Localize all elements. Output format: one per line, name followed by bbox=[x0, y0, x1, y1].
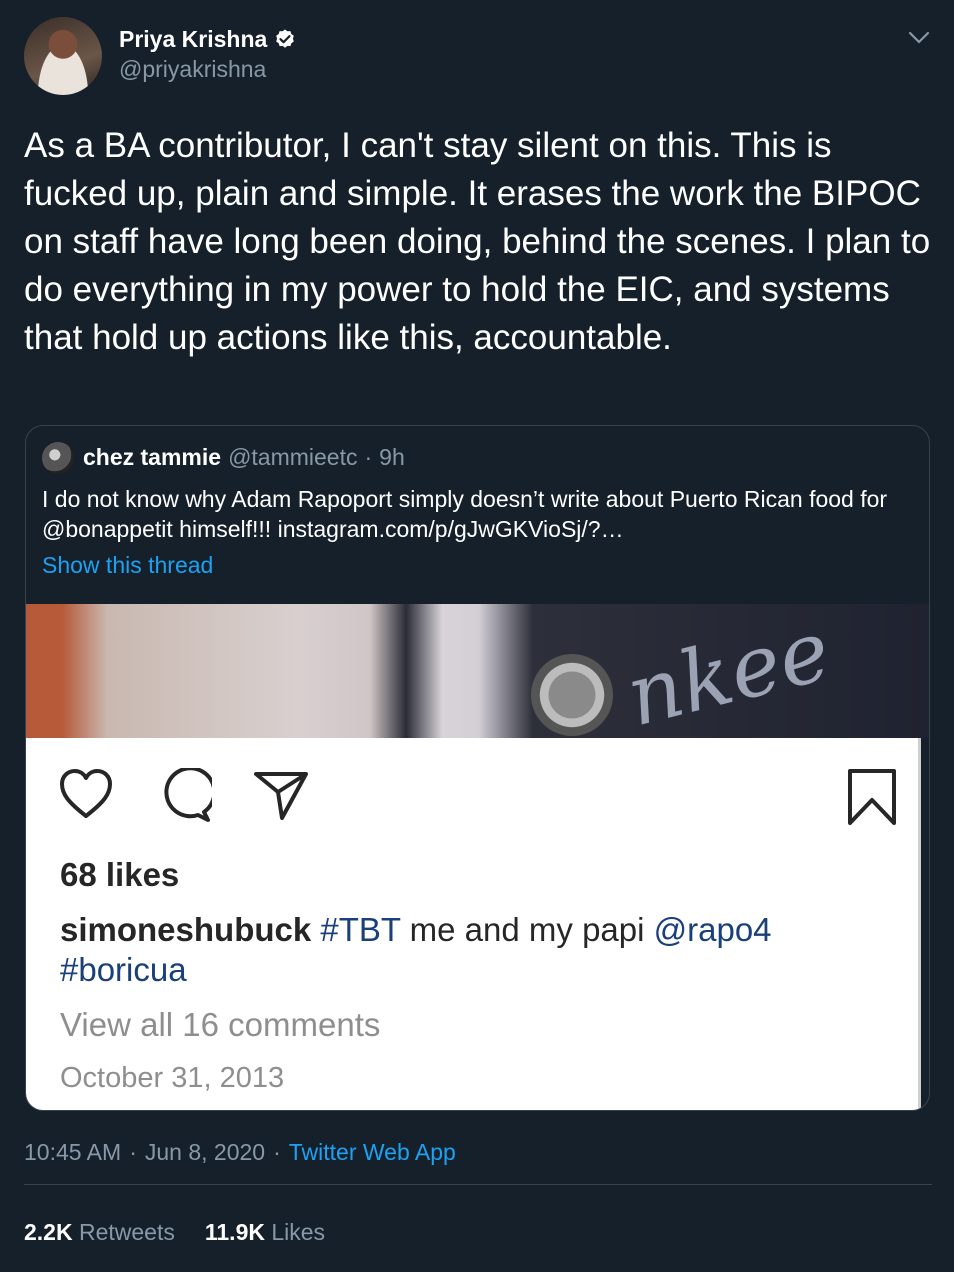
chevron-down-icon[interactable] bbox=[906, 26, 932, 48]
caption-text: me and my papi bbox=[400, 911, 654, 948]
likes-count: 11.9K bbox=[204, 1219, 265, 1245]
view-comments: View all 16 comments bbox=[60, 1006, 381, 1043]
source-app-link[interactable]: Twitter Web App bbox=[289, 1139, 456, 1166]
share-icon bbox=[254, 772, 308, 820]
caption-mention: @rapo4 bbox=[653, 911, 772, 948]
author-handle[interactable]: @priyakrishna bbox=[119, 56, 266, 83]
author-name[interactable]: Priya Krishna bbox=[119, 26, 267, 53]
tweet-meta: 10:45 AM · Jun 8, 2020 · Twitter Web App bbox=[24, 1139, 456, 1166]
tweet-text: As a BA contributor, I can't stay silent… bbox=[24, 126, 931, 357]
jersey-lettering: nkee bbox=[617, 600, 840, 746]
tweet-stats: 2.2K Retweets 11.9K Likes bbox=[24, 1219, 325, 1246]
quote-avatar bbox=[42, 442, 74, 474]
verified-badge-icon bbox=[276, 29, 295, 48]
quote-image[interactable]: nkee bbox=[26, 601, 929, 745]
likes-label: Likes bbox=[271, 1219, 326, 1245]
author-name-row[interactable]: Priya Krishna bbox=[119, 26, 297, 53]
instagram-post-screenshot: 68 likes simoneshubuck #TBT me and my pa… bbox=[26, 738, 921, 1110]
retweets-label: Retweets bbox=[78, 1219, 175, 1245]
quote-text: I do not know why Adam Rapoport simply d… bbox=[42, 486, 888, 542]
divider bbox=[24, 1184, 932, 1185]
tweet-date[interactable]: Jun 8, 2020 bbox=[145, 1139, 265, 1166]
quoted-tweet[interactable]: chez tammie @tammieetc · 9h I do not kno… bbox=[25, 425, 930, 1111]
bookmark-icon bbox=[848, 769, 896, 825]
quote-time: 9h bbox=[379, 444, 405, 470]
caption-username: simoneshubuck bbox=[60, 911, 312, 948]
comment-icon bbox=[164, 768, 212, 822]
caption-hashtag: #TBT bbox=[320, 911, 401, 948]
post-date: October 31, 2013 bbox=[60, 1062, 285, 1094]
tweet-time[interactable]: 10:45 AM bbox=[24, 1139, 121, 1166]
heart-icon bbox=[60, 769, 112, 818]
quote-author-name: chez tammie bbox=[83, 444, 222, 470]
meta-separator: · bbox=[129, 1139, 137, 1165]
show-thread-link[interactable]: Show this thread bbox=[42, 552, 213, 579]
quote-author-handle: @tammieetc bbox=[228, 444, 358, 470]
pendant-image bbox=[531, 654, 613, 736]
meta-separator: · bbox=[273, 1139, 281, 1165]
quote-header: chez tammie @tammieetc · 9h bbox=[83, 444, 405, 471]
likes-count: 68 likes bbox=[60, 856, 180, 893]
avatar[interactable] bbox=[24, 17, 102, 95]
quote-separator: · bbox=[364, 444, 373, 470]
likes-stat[interactable]: 11.9K Likes bbox=[205, 1219, 325, 1246]
retweets-count: 2.2K bbox=[24, 1219, 73, 1245]
retweets-stat[interactable]: 2.2K Retweets bbox=[24, 1219, 175, 1246]
caption-hashtag: #boricua bbox=[60, 951, 187, 988]
post-caption: simoneshubuck #TBT me and my papi @rapo4… bbox=[60, 910, 880, 990]
